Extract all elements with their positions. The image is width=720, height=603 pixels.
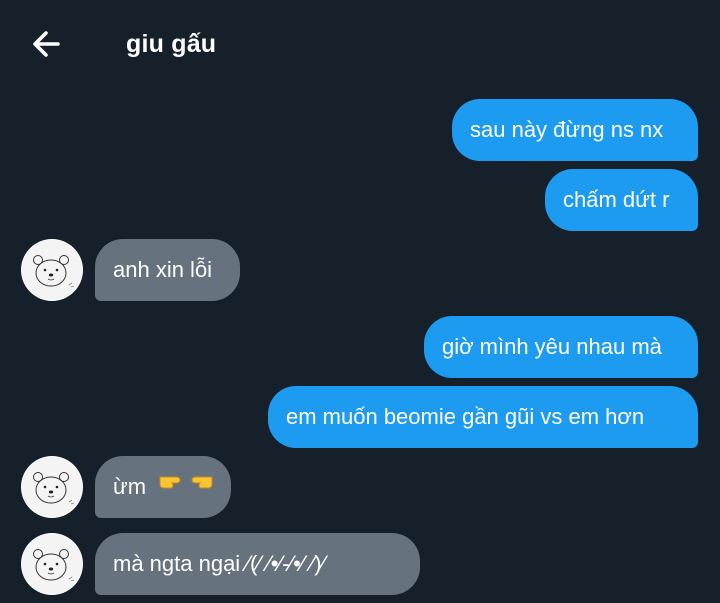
avatar[interactable] bbox=[21, 456, 83, 518]
chat-header: giu gấu bbox=[0, 0, 720, 90]
message-text: ừm bbox=[113, 474, 147, 499]
message-bubble-received[interactable]: ừm bbox=[95, 456, 231, 518]
message-bubble-sent[interactable]: sau này đừng ns nx bbox=[452, 99, 698, 161]
message-bubble-sent[interactable]: chấm dứt r bbox=[545, 169, 698, 231]
bear-face-icon bbox=[22, 457, 82, 517]
message-text: chấm dứt r bbox=[563, 187, 670, 212]
bear-face-icon bbox=[22, 534, 82, 594]
back-button[interactable] bbox=[28, 26, 68, 62]
avatar[interactable] bbox=[21, 533, 83, 595]
message-bubble-received[interactable]: mà ngta ngại ⁄(⁄ ⁄•⁄-⁄•⁄ ⁄)⁄ bbox=[95, 533, 420, 595]
message-text: sau này đừng ns nx bbox=[470, 117, 664, 142]
message-text: giờ mình yêu nhau mà bbox=[442, 334, 662, 359]
arrow-left-icon[interactable] bbox=[28, 26, 68, 62]
pointing-fingers-icon bbox=[158, 455, 214, 517]
message-bubble-sent[interactable]: em muốn beomie gần gũi vs em hơn bbox=[268, 386, 698, 448]
avatar[interactable] bbox=[21, 239, 83, 301]
message-bubble-received[interactable]: anh xin lỗi bbox=[95, 239, 240, 301]
page-title: giu gấu bbox=[126, 30, 217, 58]
message-text: em muốn beomie gần gũi vs em hơn bbox=[286, 404, 645, 429]
message-bubble-sent[interactable]: giờ mình yêu nhau mà bbox=[424, 316, 698, 378]
bear-face-icon bbox=[22, 240, 82, 300]
message-text: mà ngta ngại ⁄(⁄ ⁄•⁄-⁄•⁄ ⁄)⁄ bbox=[113, 551, 326, 576]
message-text: anh xin lỗi bbox=[113, 257, 213, 282]
